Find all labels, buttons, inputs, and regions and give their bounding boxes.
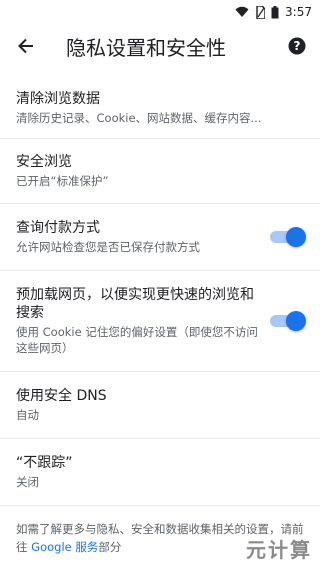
setting-clear-browsing-data[interactable]: 清除浏览数据 清除历史记录、Cookie、网站数据、缓存内容...: [0, 78, 320, 139]
status-time: 3:57: [285, 5, 312, 19]
wifi-icon: [235, 6, 249, 18]
setting-subtitle: 已开启“标准保护”: [16, 174, 109, 188]
page-title: 隐私设置和安全性: [66, 35, 226, 60]
battery-icon: [271, 5, 279, 19]
setting-subtitle: 清除历史记录、Cookie、网站数据、缓存内容...: [16, 111, 262, 125]
status-bar: 3:57: [0, 0, 320, 24]
setting-title: 预加载网页，以便实现更快速的浏览和搜索: [16, 287, 254, 321]
back-button[interactable]: [12, 32, 40, 60]
setting-title: 清除浏览数据: [16, 91, 100, 107]
setting-title: 使用安全 DNS: [16, 388, 107, 404]
setting-do-not-track[interactable]: “不跟踪” 关闭: [0, 439, 320, 506]
setting-subtitle: 允许网站检查您是否已保存付款方式: [16, 240, 200, 254]
toggle-thumb: [286, 227, 306, 247]
setting-preload-pages[interactable]: 预加载网页，以便实现更快速的浏览和搜索 使用 Cookie 记住您的偏好设置（即…: [0, 271, 320, 372]
watermark: 元计算: [246, 538, 312, 562]
setting-title: 安全浏览: [16, 154, 72, 170]
settings-list: 清除浏览数据 清除历史记录、Cookie、网站数据、缓存内容... 安全浏览 已…: [0, 78, 320, 506]
setting-payment-methods[interactable]: 查询付款方式 允许网站检查您是否已保存付款方式: [0, 204, 320, 271]
no-sim-icon: [255, 5, 266, 19]
setting-safe-browsing[interactable]: 安全浏览 已开启“标准保护”: [0, 139, 320, 204]
footer-text-end: 部分: [98, 540, 122, 554]
setting-secure-dns[interactable]: 使用安全 DNS 自动: [0, 372, 320, 439]
setting-subtitle: 自动: [16, 408, 39, 422]
setting-subtitle: 关闭: [16, 475, 39, 489]
setting-title: “不跟踪”: [16, 455, 73, 471]
setting-subtitle: 使用 Cookie 记住您的偏好设置（即使您不访问这些网页）: [16, 325, 258, 355]
help-button[interactable]: ?: [284, 33, 310, 59]
setting-title: 查询付款方式: [16, 220, 100, 236]
help-icon: ?: [288, 37, 306, 55]
google-services-link[interactable]: Google 服务: [31, 540, 98, 554]
preload-pages-toggle[interactable]: [270, 311, 306, 331]
arrow-back-icon: [18, 38, 33, 54]
app-bar: 隐私设置和安全性 ?: [0, 24, 320, 68]
svg-text:?: ?: [294, 39, 301, 53]
payment-methods-toggle[interactable]: [270, 227, 306, 247]
toggle-thumb: [286, 311, 306, 331]
